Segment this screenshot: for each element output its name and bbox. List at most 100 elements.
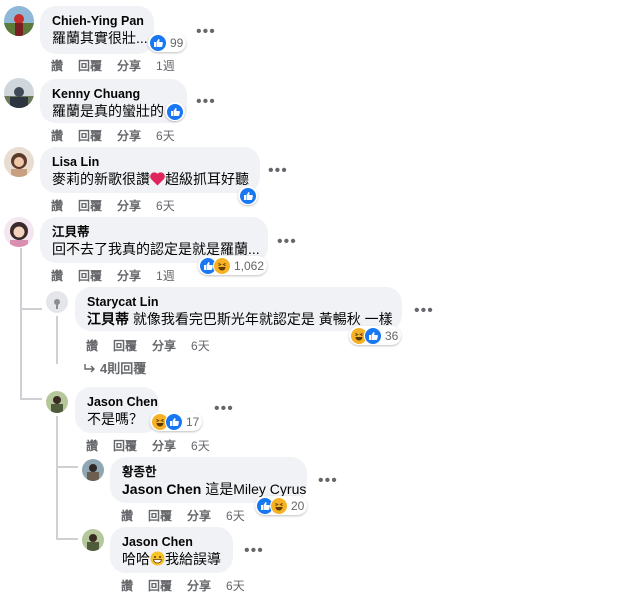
more-options-icon[interactable]: ••• xyxy=(268,163,288,179)
like-button[interactable]: 讚 xyxy=(86,339,98,353)
timestamp[interactable]: 6天 xyxy=(226,579,245,593)
reply-actions: 讚 回覆 分享 6天 xyxy=(86,437,210,454)
more-options-icon[interactable]: ••• xyxy=(196,94,216,110)
mention-link[interactable]: Jason Chen xyxy=(122,481,201,497)
reply-button[interactable]: 回覆 xyxy=(78,129,102,143)
reply-button[interactable]: 回覆 xyxy=(78,269,102,283)
reply-bubble: Starycat Lin 江貝蒂 就像我看完巴斯光年就認定是 黃暢秋 一樣 xyxy=(75,287,402,331)
reply-actions: 讚 回覆 分享 6天 xyxy=(121,577,245,594)
avatar[interactable] xyxy=(4,6,34,36)
comment-bubble: Kenny Chuang 羅蘭是真的蠻壯的 xyxy=(40,79,187,123)
like-reaction-icon xyxy=(149,33,167,52)
reactions-summary[interactable]: 20 xyxy=(255,496,308,515)
share-button[interactable]: 分享 xyxy=(117,129,141,143)
comment-bubble: Chieh-Ying Pan 羅蘭其實很壯... xyxy=(40,6,154,54)
avatar[interactable] xyxy=(46,291,68,313)
avatar[interactable] xyxy=(4,217,34,247)
reply-button[interactable]: 回覆 xyxy=(113,439,137,453)
comment-text: 羅蘭是真的蠻壯的 xyxy=(52,103,164,119)
timestamp[interactable]: 1週 xyxy=(156,59,175,73)
reply-author[interactable]: Jason Chen xyxy=(122,534,221,550)
like-button[interactable]: 讚 xyxy=(86,439,98,453)
reply-bubble: Jason Chen 哈哈 我給誤導 xyxy=(110,527,233,573)
thread-line xyxy=(20,308,42,310)
more-options-icon[interactable]: ••• xyxy=(214,401,234,417)
comment-actions: 讚 回覆 分享 1週 xyxy=(51,267,175,284)
reply-author[interactable]: Jason Chen xyxy=(87,394,158,410)
comment-text-part: 超級抓耳好聽 xyxy=(165,171,249,187)
thread-line xyxy=(20,398,42,400)
more-options-icon[interactable]: ••• xyxy=(277,234,297,250)
like-button[interactable]: 讚 xyxy=(51,59,63,73)
like-reaction-icon xyxy=(239,186,257,205)
reactions-summary[interactable]: 1,062 xyxy=(198,256,268,275)
like-reaction-icon xyxy=(165,412,183,431)
avatar[interactable] xyxy=(4,147,34,177)
timestamp[interactable]: 6天 xyxy=(191,339,210,353)
like-button[interactable]: 讚 xyxy=(51,269,63,283)
reply-text-part: 這是Miley Cyrus xyxy=(205,481,307,497)
share-button[interactable]: 分享 xyxy=(152,439,176,453)
comment-author[interactable]: Lisa Lin xyxy=(52,154,248,170)
haha-reaction-icon xyxy=(270,496,288,515)
thread-line xyxy=(56,416,58,540)
timestamp[interactable]: 1週 xyxy=(156,269,175,283)
reply-button[interactable]: 回覆 xyxy=(148,579,172,593)
reactions-summary[interactable] xyxy=(238,186,258,205)
mention-link[interactable]: 江貝蒂 xyxy=(87,311,129,327)
reply-button[interactable]: 回覆 xyxy=(113,339,137,353)
comment-author[interactable]: Chieh-Ying Pan xyxy=(52,13,144,29)
view-replies-link[interactable]: 4則回覆 xyxy=(84,358,146,377)
share-button[interactable]: 分享 xyxy=(117,269,141,283)
avatar[interactable] xyxy=(82,529,104,551)
like-button[interactable]: 讚 xyxy=(121,579,133,593)
grin-emoji-icon xyxy=(150,551,165,571)
timestamp[interactable]: 6天 xyxy=(191,439,210,453)
like-button[interactable]: 讚 xyxy=(121,509,133,523)
reactions-count: 17 xyxy=(186,414,200,429)
timestamp[interactable]: 6天 xyxy=(226,509,245,523)
reply-author[interactable]: Starycat Lin xyxy=(87,294,390,310)
reply-button[interactable]: 回覆 xyxy=(78,59,102,73)
more-options-icon[interactable]: ••• xyxy=(318,473,338,489)
reply-bubble: Jason Chen 不是嗎？ xyxy=(75,387,159,433)
reply-author[interactable]: 황종한 xyxy=(122,464,295,480)
timestamp[interactable]: 6天 xyxy=(156,129,175,143)
comment-actions: 讚 回覆 分享 6天 xyxy=(51,197,175,214)
reply-text: 江貝蒂 就像我看完巴斯光年就認定是 黃暢秋 一樣 xyxy=(87,310,393,329)
reactions-count: 36 xyxy=(385,328,399,343)
share-button[interactable]: 分享 xyxy=(187,579,211,593)
reactions-summary[interactable]: 99 xyxy=(148,33,187,52)
reply-arrow-icon xyxy=(84,362,96,377)
thread-line xyxy=(56,316,58,364)
comment-author[interactable]: Kenny Chuang xyxy=(52,86,175,102)
avatar[interactable] xyxy=(4,78,34,108)
comment-text: 麥莉的新歌很讚 超級抓耳好聽 xyxy=(52,170,249,191)
more-options-icon[interactable]: ••• xyxy=(196,24,216,40)
share-button[interactable]: 分享 xyxy=(152,339,176,353)
comment-author[interactable]: 江貝蒂 xyxy=(52,224,256,240)
reply-actions: 讚 回覆 分享 6天 xyxy=(121,507,245,524)
thread-line xyxy=(20,248,22,310)
share-button[interactable]: 分享 xyxy=(187,509,211,523)
more-options-icon[interactable]: ••• xyxy=(414,303,434,319)
share-button[interactable]: 分享 xyxy=(117,59,141,73)
reactions-count: 1,062 xyxy=(234,258,265,273)
haha-reaction-icon xyxy=(213,256,231,275)
reactions-count: 99 xyxy=(170,35,184,50)
reactions-summary[interactable] xyxy=(165,102,185,121)
reply-button[interactable]: 回覆 xyxy=(148,509,172,523)
like-button[interactable]: 讚 xyxy=(51,129,63,143)
more-options-icon[interactable]: ••• xyxy=(244,543,264,559)
share-button[interactable]: 分享 xyxy=(117,199,141,213)
comment-bubble: Lisa Lin 麥莉的新歌很讚 超級抓耳好聽 xyxy=(40,147,260,193)
reply-text: 哈哈 我給誤導 xyxy=(122,550,221,571)
avatar[interactable] xyxy=(46,391,68,413)
reactions-summary[interactable]: 36 xyxy=(349,326,402,345)
avatar[interactable] xyxy=(82,459,104,481)
reply-text: 不是嗎？ xyxy=(87,411,143,427)
like-button[interactable]: 讚 xyxy=(51,199,63,213)
reply-button[interactable]: 回覆 xyxy=(78,199,102,213)
timestamp[interactable]: 6天 xyxy=(156,199,175,213)
reactions-summary[interactable]: 17 xyxy=(150,412,203,431)
